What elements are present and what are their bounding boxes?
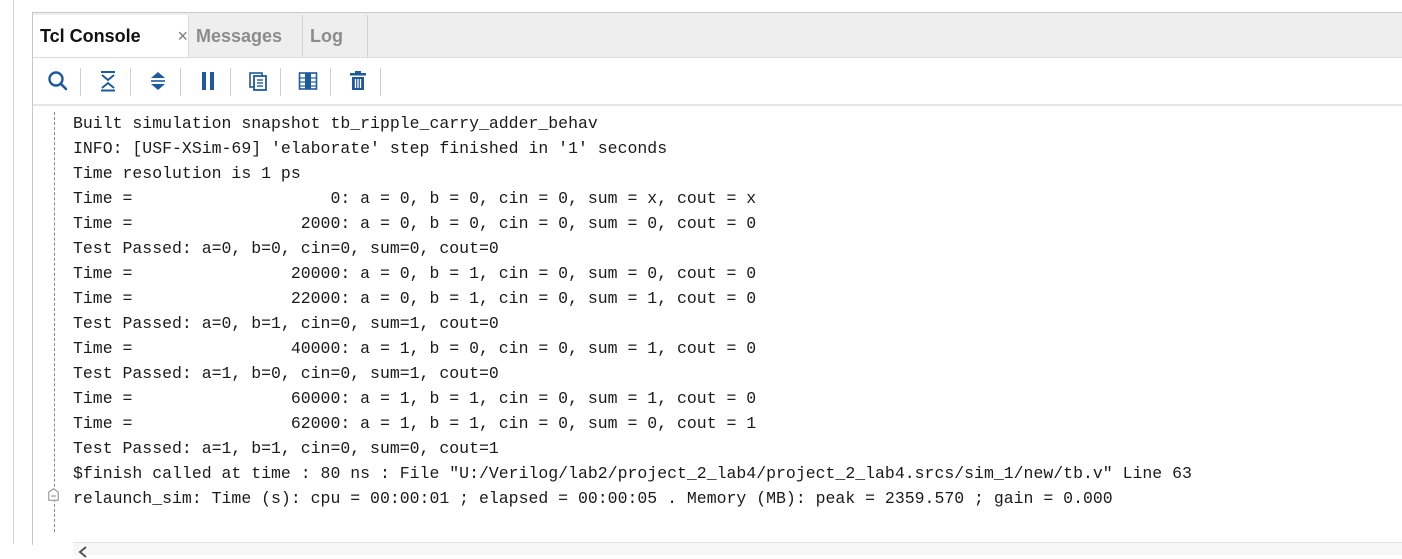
- console-line: Time = 20000: a = 0, b = 1, cin = 0, sum…: [73, 264, 757, 283]
- chevron-left-icon[interactable]: [77, 545, 89, 559]
- pause-button[interactable]: [195, 68, 221, 94]
- console-line: Test Passed: a=1, b=0, cin=0, sum=1, cou…: [73, 364, 499, 383]
- console-lines: Built simulation snapshot tb_ripple_carr…: [73, 111, 1192, 511]
- toolbar-separator: [380, 68, 381, 96]
- clear-console-button[interactable]: [345, 68, 371, 94]
- close-icon[interactable]: ×: [177, 27, 188, 45]
- console-toolbar: [33, 58, 1402, 106]
- tab-bar: Tcl Console × Messages Log: [33, 13, 1402, 58]
- console-line: $finish called at time : 80 ns : File "U…: [73, 464, 1192, 483]
- delete-icon: [350, 71, 366, 90]
- console-line: Time = 60000: a = 1, b = 1, cin = 0, sum…: [73, 389, 757, 408]
- search-icon: [48, 71, 68, 91]
- console-line: Time = 40000: a = 1, b = 0, cin = 0, sum…: [73, 339, 757, 358]
- console-line: Time = 22000: a = 0, b = 1, cin = 0, sum…: [73, 289, 757, 308]
- toolbar-separator: [280, 68, 281, 96]
- toolbar-separator: [130, 68, 131, 96]
- console-line: Time = 62000: a = 1, b = 1, cin = 0, sum…: [73, 414, 757, 433]
- copy-button[interactable]: [245, 68, 271, 94]
- fold-gutter: [54, 112, 55, 532]
- toolbar-separator: [230, 68, 231, 96]
- window: Tcl Console × Messages Log Built simulat…: [0, 0, 1402, 558]
- console-line: Time = 2000: a = 0, b = 0, cin = 0, sum …: [73, 214, 757, 233]
- copy-icon: [249, 72, 267, 91]
- expand-all-icon: [151, 72, 165, 90]
- columns-icon: [298, 72, 318, 90]
- tcl-console-panel: Tcl Console × Messages Log Built simulat…: [32, 12, 1402, 558]
- tab-messages[interactable]: Messages: [190, 15, 303, 57]
- toolbar-separator: [80, 68, 81, 96]
- pause-icon: [202, 72, 214, 90]
- console-output[interactable]: Built simulation snapshot tb_ripple_carr…: [33, 106, 1402, 558]
- console-line: INFO: [USF-XSim-69] 'elaborate' step fin…: [73, 139, 668, 158]
- tab-label: Log: [310, 25, 343, 46]
- tab-label: Messages: [196, 25, 283, 46]
- fold-collapse-icon[interactable]: [48, 488, 59, 501]
- tab-label: Tcl Console: [40, 25, 141, 46]
- toolbar-separator: [330, 68, 331, 96]
- collapse-all-icon: [101, 71, 115, 92]
- expand-all-button[interactable]: [145, 68, 171, 94]
- columns-button[interactable]: [295, 68, 321, 94]
- console-line: Time resolution is 1 ps: [73, 164, 301, 183]
- console-line: Test Passed: a=0, b=1, cin=0, sum=1, cou…: [73, 314, 499, 333]
- window-edge: [13, 0, 14, 544]
- toolbar-separator: [180, 68, 181, 96]
- tab-tcl-console[interactable]: Tcl Console ×: [33, 15, 189, 57]
- console-line: Built simulation snapshot tb_ripple_carr…: [73, 114, 598, 133]
- console-line: Test Passed: a=1, b=1, cin=0, sum=0, cou…: [73, 439, 499, 458]
- console-line: Time = 0: a = 0, b = 0, cin = 0, sum = x…: [73, 189, 757, 208]
- search-button[interactable]: [45, 68, 71, 94]
- console-line: Test Passed: a=0, b=0, cin=0, sum=0, cou…: [73, 239, 499, 258]
- collapse-all-button[interactable]: [95, 68, 121, 94]
- tab-log[interactable]: Log: [304, 15, 368, 57]
- console-line: relaunch_sim: Time (s): cpu = 00:00:01 ;…: [73, 489, 1113, 508]
